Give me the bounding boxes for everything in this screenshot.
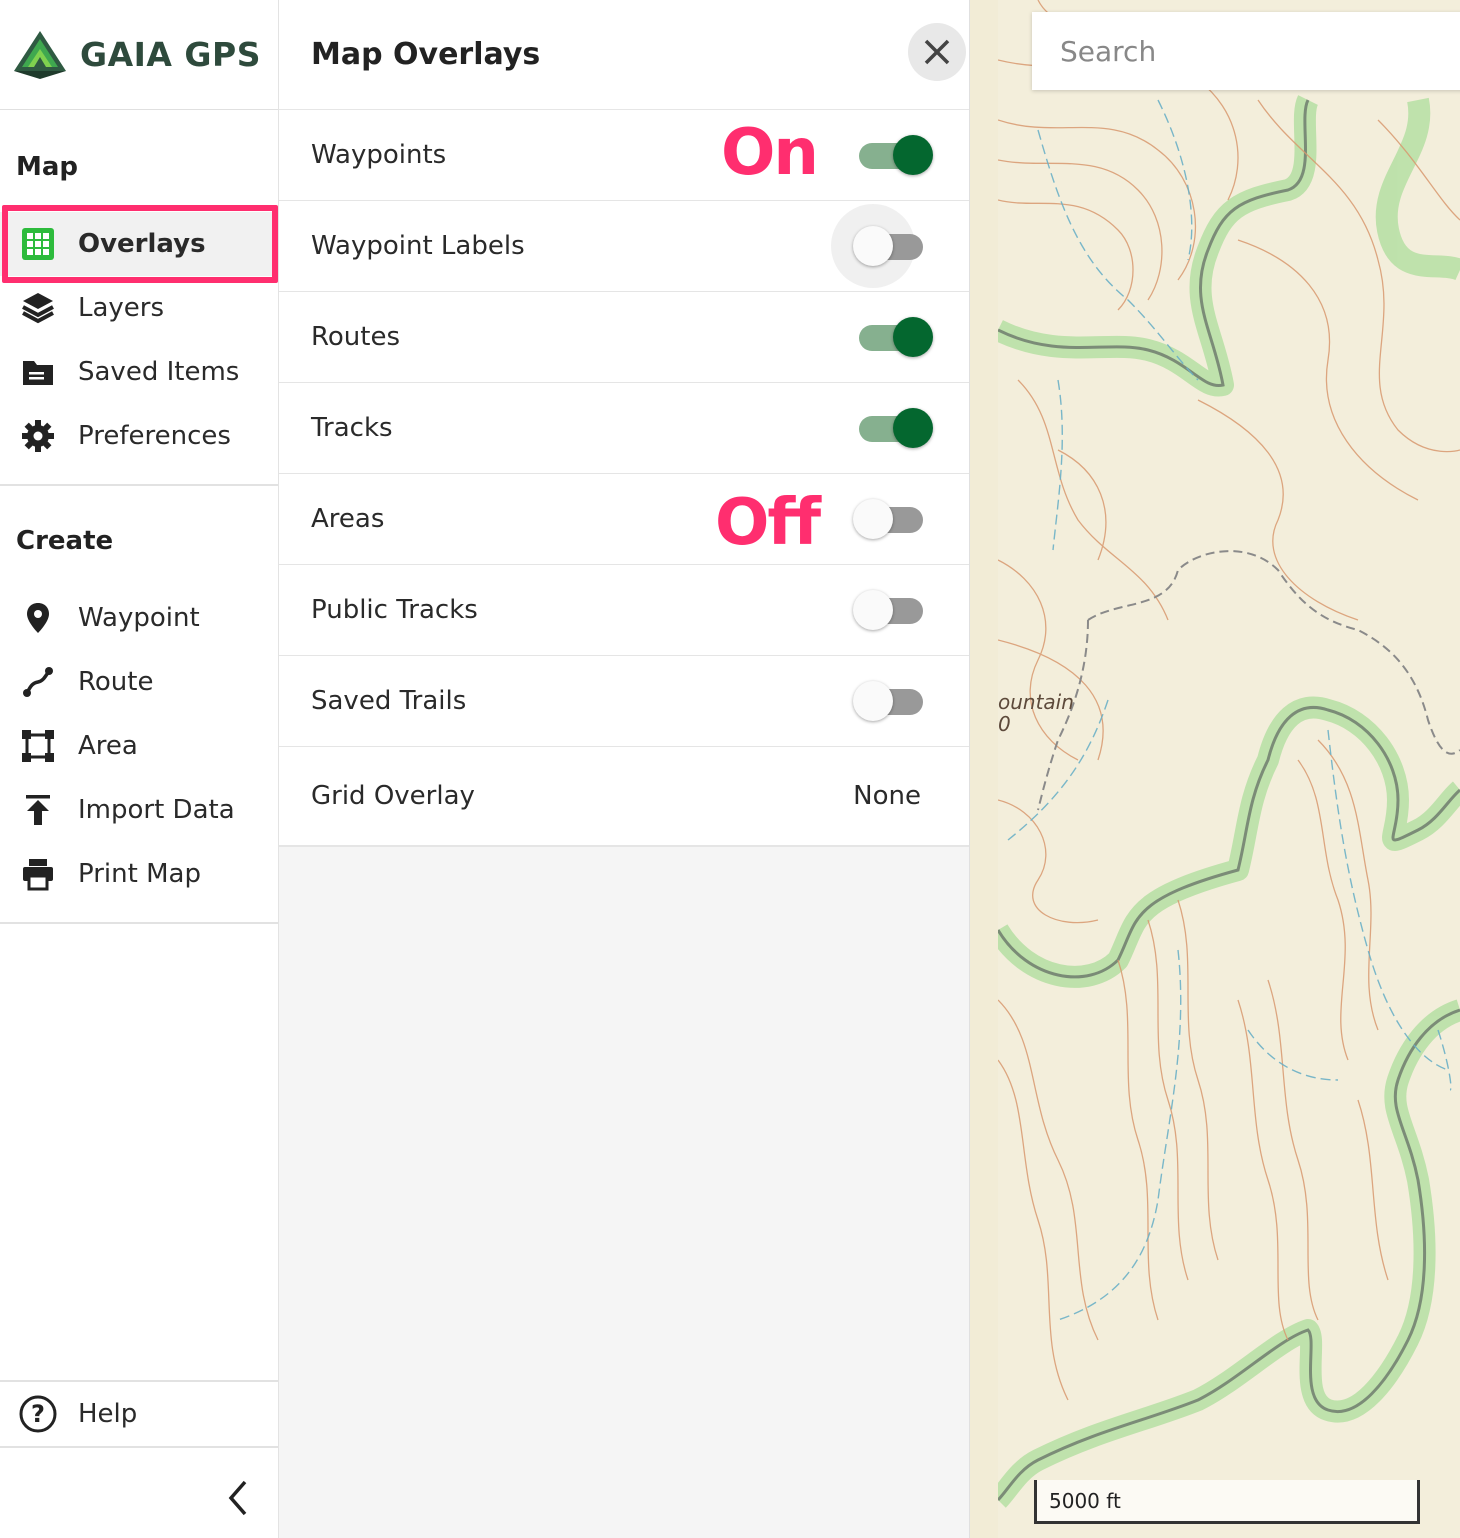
topo-map[interactable]: ountain 0 [998,0,1460,1538]
chevron-left-icon [228,1480,247,1516]
sidebar-item-label: Preferences [78,421,231,451]
sidebar-item-label: Overlays [78,229,206,259]
sidebar-item-label: Saved Items [78,357,240,387]
upload-icon [18,790,58,830]
tracks-toggle[interactable] [853,408,933,448]
map-search-box[interactable] [1032,12,1460,90]
public-tracks-toggle[interactable] [853,590,931,630]
sidebar-item-overlays[interactable]: Overlays [0,212,278,276]
waypoints-toggle[interactable] [853,135,933,175]
help-icon: ? [18,1394,58,1434]
brand[interactable]: GAIA GPS [0,0,278,110]
overlay-label: Grid Overlay [311,781,475,811]
section-map: Map [16,152,79,182]
gaia-logo-icon [14,30,66,79]
gear-icon [18,416,58,456]
area-icon [18,726,58,766]
sidebar-item-layers[interactable]: Layers [0,276,278,340]
map-place-label: ountain [998,690,1074,714]
sidebar-item-label: Route [78,667,154,697]
map-overlays-panel: Map Overlays Waypoints Waypoint Labels R… [279,0,970,1538]
overlay-row-tracks: Tracks [279,383,969,474]
topo-map-canvas [998,0,1460,1538]
divider [0,1446,278,1448]
annotation-on-label: On [721,116,819,190]
annotation-off-label: Off [715,486,821,560]
search-input[interactable] [1058,33,1460,69]
overlay-row-public-tracks: Public Tracks [279,565,969,656]
overlay-label: Waypoint Labels [311,231,525,261]
sidebar-item-label: Print Map [78,859,201,889]
close-button[interactable] [908,23,966,81]
overlay-row-saved-trails: Saved Trails [279,656,969,747]
overlay-row-grid-overlay: Grid Overlay None [279,747,969,847]
printer-icon [18,854,58,894]
areas-toggle[interactable] [853,499,931,539]
sidebar-item-preferences[interactable]: Preferences [0,404,278,468]
sidebar-item-saved-items[interactable]: Saved Items [0,340,278,404]
sidebar-item-label: Help [78,1399,138,1429]
sidebar-item-label: Layers [78,293,165,323]
close-icon [924,39,950,65]
saved-trails-toggle[interactable] [853,681,931,721]
overlay-label: Saved Trails [311,686,467,716]
divider [0,922,278,924]
overlay-row-routes: Routes [279,292,969,383]
sidebar-item-help[interactable]: ? Help [0,1382,278,1446]
sidebar-item-label: Area [78,731,138,761]
folder-icon [18,352,58,392]
panel-title: Map Overlays [311,37,541,72]
overlay-label: Tracks [311,413,393,443]
map-scale-bar: 5000 ft [1034,1480,1420,1524]
waypoint-labels-toggle[interactable] [831,204,931,288]
overlay-list: Waypoints Waypoint Labels Routes Tracks … [279,110,969,847]
section-create: Create [16,526,114,556]
overlay-label: Waypoints [311,140,447,170]
panel-header: Map Overlays [279,0,969,110]
grid-overlay-select[interactable]: None [853,781,921,811]
overlay-row-waypoint-labels: Waypoint Labels [279,201,969,292]
grid-icon [18,224,58,264]
overlay-row-areas: Areas [279,474,969,565]
sidebar-item-route[interactable]: Route [0,650,278,714]
brand-name: GAIA GPS [80,35,261,74]
map-place-label: 0 [998,712,1011,736]
sidebar: GAIA GPS Map Overlays Layers Saved Items… [0,0,279,1538]
overlay-label: Areas [311,504,385,534]
sidebar-item-waypoint[interactable]: Waypoint [0,586,278,650]
sidebar-item-print-map[interactable]: Print Map [0,842,278,906]
sidebar-item-import-data[interactable]: Import Data [0,778,278,842]
overlay-row-waypoints: Waypoints [279,110,969,201]
sidebar-item-label: Waypoint [78,603,200,633]
route-icon [18,662,58,702]
collapse-sidebar-button[interactable] [210,1470,266,1526]
pin-icon [18,598,58,638]
layers-icon [18,288,58,328]
overlay-label: Public Tracks [311,595,478,625]
overlay-label: Routes [311,322,401,352]
routes-toggle[interactable] [853,317,933,357]
svg-text:?: ? [31,1400,45,1428]
scale-label: 5000 ft [1049,1488,1121,1513]
sidebar-item-area[interactable]: Area [0,714,278,778]
divider [0,484,278,486]
sidebar-item-label: Import Data [78,795,235,825]
